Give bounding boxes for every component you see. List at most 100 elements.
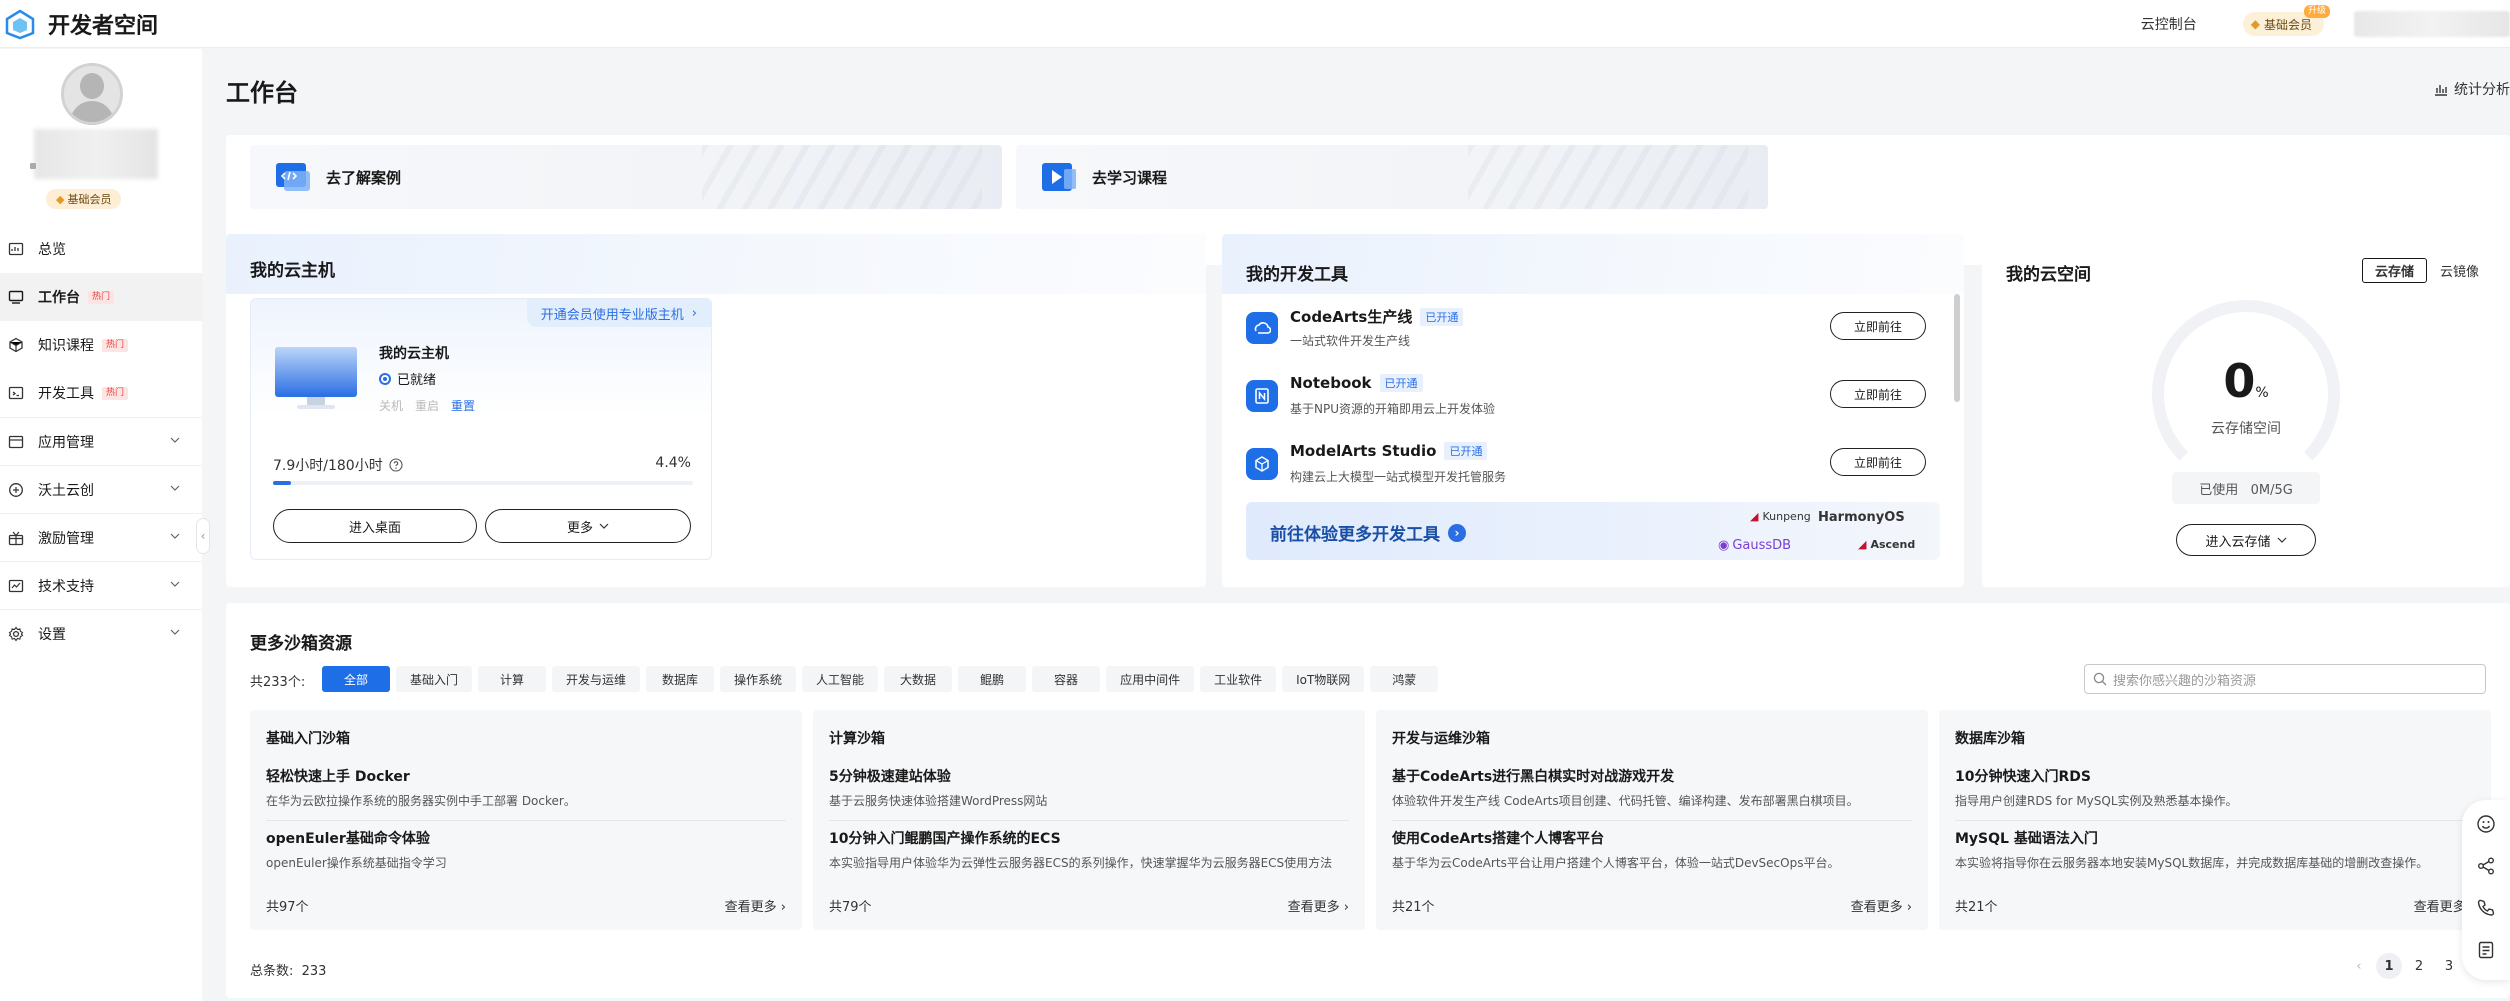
filter-chip[interactable]: 全部 [322, 666, 390, 692]
storage-percent-value: 0 [2223, 354, 2256, 408]
tool-desc: 一站式软件开发生产线 [1290, 334, 1411, 348]
sidebar-item-overview[interactable]: 总览 [0, 225, 202, 273]
sandbox-panel: 更多沙箱资源 共233个: 全部 基础入门 计算 开发与运维 数据库 操作系统 人工智能 大数… [226, 603, 2510, 998]
scrollbar-thumb[interactable] [1954, 294, 1960, 402]
filter-chip[interactable]: 人工智能 [802, 666, 879, 692]
go-button[interactable]: 立即前往 [1830, 380, 1926, 408]
arrow-right-icon: › [1448, 523, 1466, 542]
user-account-blurred[interactable] [2354, 11, 2510, 37]
member-badge[interactable]: ◆ 基础会员 升级 [2242, 5, 2330, 36]
tool-row-codearts: CodeArts生产线 已开通 一站式软件开发生产线 立即前往 [1246, 300, 1936, 360]
support-icon [8, 578, 24, 594]
stats-analysis-link[interactable]: 统计分析 [2434, 79, 2510, 99]
sidebar-item-courses[interactable]: 知识课程 热门 [0, 321, 202, 369]
host-actions: 关机 重启 重置 [379, 397, 475, 414]
filter-chip[interactable]: 鲲鹏 [958, 666, 1027, 692]
phone-button[interactable] [2474, 896, 2498, 920]
page-3[interactable]: 3 [2436, 953, 2462, 979]
more-tools-banner[interactable]: 前往体验更多开发工具 › ◢ Kunpeng HarmonyOS ◉ GaussDB… [1246, 502, 1940, 560]
tool-desc: 构建云上大模型一站式模型开发托管服务 [1290, 470, 1507, 484]
filter-chip[interactable]: 基础入门 [396, 666, 473, 692]
codearts-icon [1246, 312, 1278, 344]
go-button[interactable]: 立即前往 [1830, 312, 1926, 340]
filter-chip[interactable]: 操作系统 [720, 666, 797, 692]
sidebar-item-support[interactable]: 技术支持 [0, 561, 202, 609]
filter-chip[interactable]: 开发与运维 [552, 666, 641, 692]
category-title: 计算沙箱 [829, 731, 885, 747]
stats-analysis-label: 统计分析 [2454, 82, 2510, 98]
restart-button[interactable]: 重启 [415, 397, 439, 414]
reset-button[interactable]: 重置 [451, 397, 475, 414]
sandbox-filter-chips: 全部 基础入门 计算 开发与运维 数据库 操作系统 人工智能 大数据 鲲鹏 容器 应用中间件 工业软件… [322, 666, 1439, 692]
sandbox-item-title[interactable]: 10分钟快速入门RDS [1955, 766, 2091, 786]
tool-name: ModelArts Studio 已开通 [1290, 442, 1488, 460]
filter-chip[interactable]: 大数据 [884, 666, 953, 692]
page-title: 工作台 [226, 79, 298, 107]
sidebar-item-settings[interactable]: 设置 [0, 609, 202, 657]
sandbox-item-title[interactable]: 10分钟入门鲲鹏国产操作系统的ECS [829, 828, 1061, 848]
enter-cloud-storage-label: 进入云存储 [2205, 534, 2271, 550]
sandbox-item-title[interactable]: 5分钟极速建站体验 [829, 766, 951, 786]
sidebar-item-devtools[interactable]: 开发工具 热门 [0, 369, 202, 417]
view-more-link[interactable]: 查看更多 › [725, 896, 786, 915]
shutdown-button[interactable]: 关机 [379, 397, 403, 414]
workbench-icon [8, 289, 24, 305]
quick-card-courses[interactable]: 去学习课程 [1016, 145, 1768, 209]
sandbox-item-title[interactable]: 使用CodeArts搭建个人博客平台 [1392, 828, 1604, 848]
sandbox-item-title[interactable]: 轻松快速上手 Docker [266, 766, 410, 786]
filter-chip[interactable]: 计算 [478, 666, 547, 692]
sandbox-item-title[interactable]: MySQL 基础语法入门 [1955, 828, 2098, 848]
view-more-label: 查看更多 [724, 900, 777, 915]
cloud-host-title: 我的云主机 [250, 261, 335, 281]
sidebar-item-cloud-create[interactable]: 沃土云创 [0, 465, 202, 513]
enter-desktop-button[interactable]: 进入桌面 [273, 509, 477, 543]
quick-card-label: 去学习课程 [1092, 168, 1168, 187]
filter-chip[interactable]: 工业软件 [1200, 666, 1277, 692]
enter-cloud-storage-button[interactable]: 进入云存储 [2176, 524, 2316, 556]
view-more-link[interactable]: 查看更多 › [1288, 896, 1349, 915]
tool-name: Notebook 已开通 [1290, 374, 1423, 392]
share-button[interactable] [2474, 854, 2498, 878]
page-1[interactable]: 1 [2376, 953, 2402, 979]
sidebar-item-incentive[interactable]: 激励管理 [0, 513, 202, 561]
quick-card-cases[interactable]: 去了解案例 [250, 145, 1002, 209]
sidebar-item-workbench[interactable]: 工作台 热门 [0, 273, 202, 321]
sandbox-item-title[interactable]: openEuler基础命令体验 [266, 828, 430, 848]
case-code-icon [276, 163, 310, 191]
avatar[interactable] [61, 63, 123, 125]
notes-button[interactable] [2474, 938, 2498, 962]
sandbox-title: 更多沙箱资源 [250, 634, 352, 654]
brand[interactable]: 开发者空间 [4, 8, 158, 40]
filter-chip[interactable]: 数据库 [646, 666, 715, 692]
console-link[interactable]: 云控制台 [2141, 14, 2197, 34]
sandbox-search-input[interactable]: 搜索你感兴趣的沙箱资源 [2084, 664, 2486, 694]
view-more-link[interactable]: 查看更多 › [1851, 896, 1912, 915]
category-total: 共21个 [1392, 900, 1435, 915]
promo-link[interactable]: 开通会员使用专业版主机 › [526, 299, 711, 327]
sidebar-item-label: 沃土云创 [38, 482, 94, 499]
sidebar-item-label: 知识课程 [38, 338, 94, 354]
filter-chip[interactable]: 容器 [1032, 666, 1101, 692]
monitor-icon [275, 347, 357, 409]
sidebar-item-app-management[interactable]: 应用管理 [0, 417, 202, 465]
feedback-smile-button[interactable] [2474, 812, 2498, 836]
decorative-pattern [1468, 145, 1748, 209]
page-2[interactable]: 2 [2406, 953, 2432, 979]
more-button[interactable]: 更多 [485, 509, 691, 543]
divider [1392, 820, 1912, 821]
sidebar-item-label: 激励管理 [38, 530, 94, 547]
devtools-icon [8, 385, 24, 401]
sandbox-item-desc: openEuler操作系统基础指令学习 [266, 856, 447, 870]
sidebar-item-label: 设置 [38, 626, 66, 643]
chevron-down-icon [170, 485, 180, 491]
go-button[interactable]: 立即前往 [1830, 448, 1926, 476]
opened-badge: 已开通 [1420, 307, 1464, 326]
sandbox-item-title[interactable]: 基于CodeArts进行黑白棋实时对战游戏开发 [1392, 766, 1674, 786]
help-icon[interactable] [389, 458, 403, 472]
filter-chip[interactable]: 应用中间件 [1106, 666, 1195, 692]
filter-chip[interactable]: IoT物联网 [1282, 666, 1365, 692]
tab-cloud-storage[interactable]: 云存储 [2361, 258, 2427, 283]
tab-cloud-image[interactable]: 云镜像 [2427, 258, 2492, 283]
filter-chip[interactable]: 鸿蒙 [1370, 666, 1439, 692]
prev-page-button[interactable]: ‹ [2346, 953, 2372, 979]
